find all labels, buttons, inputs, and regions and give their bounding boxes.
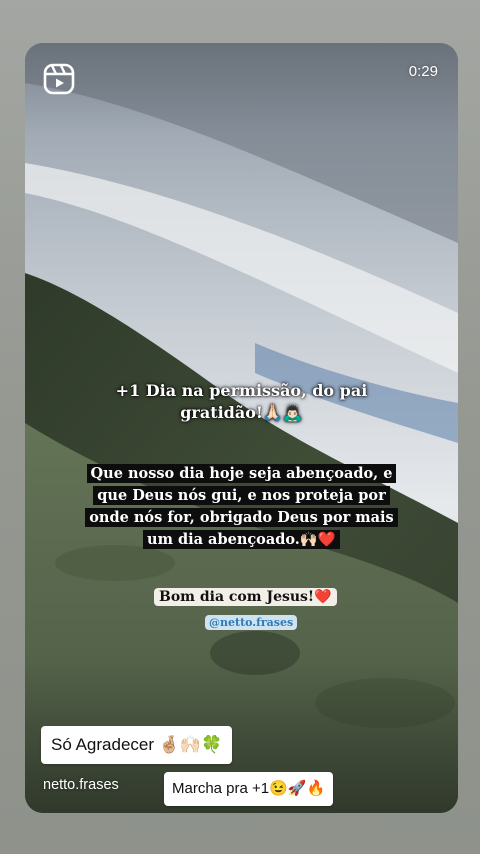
sticker-agradecer[interactable]: Só Agradecer 🤞🏼🙌🏻🍀	[41, 726, 233, 764]
caption-message-line: um dia abençoado.🙌🏻❤️	[143, 530, 340, 549]
sticker-marcha[interactable]: Marcha pra +1😉🚀🔥	[164, 772, 334, 806]
video-timer: 0:29	[408, 63, 438, 80]
page-background: 0:29 +1 Dia na permissão, do pai gratidã…	[0, 0, 480, 854]
story-frame[interactable]: 0:29 +1 Dia na permissão, do pai gratidã…	[25, 43, 458, 813]
caption-title-line-1: +1 Dia na permissão, do pai	[115, 381, 368, 400]
background-photo	[25, 43, 458, 813]
caption-message-line: onde nós for, obrigado Deus por mais	[85, 508, 398, 527]
caption-message: Que nosso dia hoje seja abençoado, e que…	[25, 463, 458, 551]
username-link[interactable]: netto.frases	[43, 777, 119, 793]
caption-message-line: Que nosso dia hoje seja abençoado, e	[86, 464, 397, 483]
bom-dia-label: Bom dia com Jesus!❤️	[154, 588, 337, 606]
caption-title-line-2: gratidão!🙏🏻🙇🏻‍♂️	[180, 403, 303, 422]
caption-message-line: que Deus nós gui, e nos proteja por	[93, 486, 390, 505]
caption-title: +1 Dia na permissão, do pai gratidão!🙏🏻🙇…	[25, 380, 458, 424]
reels-icon[interactable]	[43, 63, 75, 95]
mention-tag[interactable]: @netto.frases	[205, 615, 298, 630]
